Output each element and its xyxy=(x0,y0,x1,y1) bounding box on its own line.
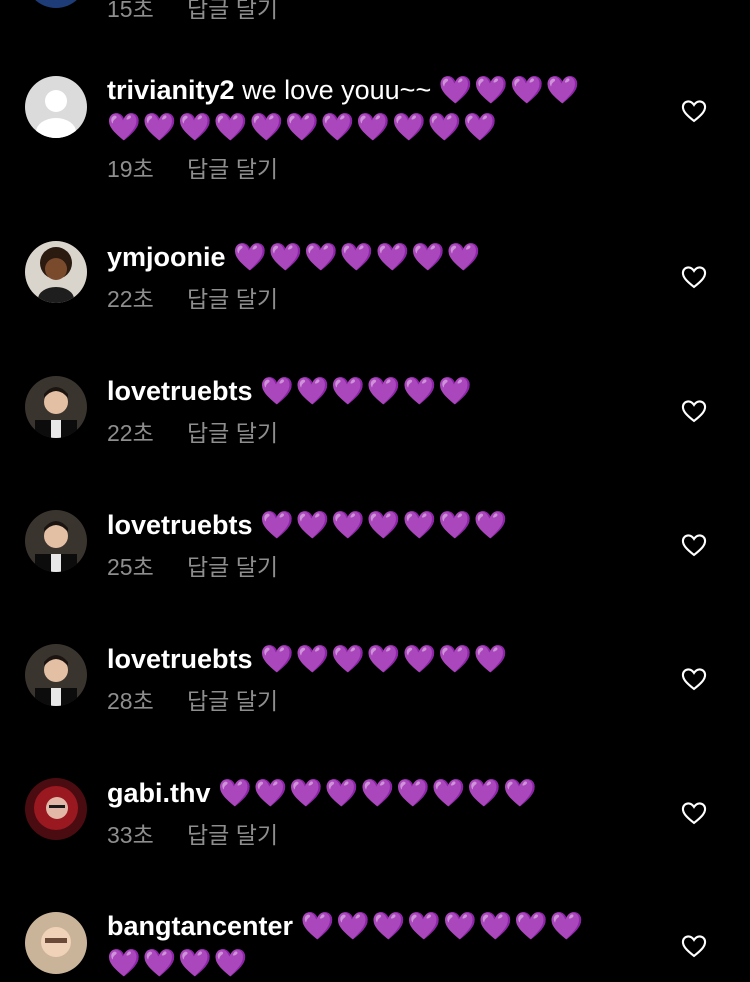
avatar[interactable] xyxy=(25,0,87,8)
avatar[interactable] xyxy=(25,912,87,974)
comment-username[interactable]: lovetruebts xyxy=(107,644,253,674)
purple-heart-emojis: 💜💜💜💜💜💜💜 xyxy=(233,242,483,272)
avatar[interactable] xyxy=(25,510,87,572)
comment-time: 25초 xyxy=(107,554,154,580)
comment-meta: 19초 답글 달기 xyxy=(107,150,647,182)
purple-heart-emojis: 💜💜💜💜💜💜💜💜💜 xyxy=(218,778,539,808)
reply-button[interactable]: 답글 달기 xyxy=(187,0,278,24)
purple-heart-emojis: 💜💜💜💜💜💜💜💜 xyxy=(300,911,586,941)
comment-username[interactable]: bangtancenter xyxy=(107,911,293,941)
reply-button[interactable]: 답글 달기 xyxy=(187,150,278,184)
comment-time: 22초 xyxy=(107,420,154,446)
comment-time: 28초 xyxy=(107,688,154,714)
purple-heart-emojis: 💜💜💜💜 xyxy=(107,948,250,978)
reply-button[interactable]: 답글 달기 xyxy=(187,280,278,314)
comment-meta: 15초 답글 달기 xyxy=(107,0,647,22)
comment-username[interactable]: trivianity2 xyxy=(107,75,235,105)
heart-icon[interactable] xyxy=(680,397,708,425)
comment-text-line: ymjoonie 💜💜💜💜💜💜💜 xyxy=(107,239,647,276)
purple-heart-emojis: 💜💜💜💜💜💜 xyxy=(260,376,474,406)
comment-meta: 33초 답글 달기 xyxy=(107,816,647,848)
heart-icon[interactable] xyxy=(680,932,708,960)
photo-avatar-icon xyxy=(25,376,87,438)
default-avatar-icon xyxy=(36,90,76,138)
comment-meta: 22초 답글 달기 xyxy=(107,414,647,446)
comment-time: 22초 xyxy=(107,286,154,312)
red-hair-avatar-icon xyxy=(25,778,87,840)
avatar[interactable] xyxy=(25,644,87,706)
purple-heart-emojis: 💜💜💜💜💜💜💜 xyxy=(260,644,510,674)
photo-avatar-icon xyxy=(25,644,87,706)
purple-heart-emojis: 💜💜💜💜💜💜💜💜💜💜💜 xyxy=(107,112,499,142)
comment-username[interactable]: gabi.thv xyxy=(107,778,211,808)
avatar[interactable] xyxy=(25,376,87,438)
comment-time: 19초 xyxy=(107,156,154,182)
comment-text-line: gabi.thv 💜💜💜💜💜💜💜💜💜 xyxy=(107,775,647,812)
heart-icon[interactable] xyxy=(680,531,708,559)
reply-button[interactable]: 답글 달기 xyxy=(187,414,278,448)
photo-avatar-icon xyxy=(25,510,87,572)
comment-meta: 28초 답글 달기 xyxy=(107,682,647,714)
comment-text-line: bangtancenter 💜💜💜💜💜💜💜💜 xyxy=(107,908,647,945)
cartoon-avatar-icon xyxy=(25,241,87,303)
comment-username[interactable]: lovetruebts xyxy=(107,510,253,540)
avatar[interactable] xyxy=(25,241,87,303)
avatar[interactable] xyxy=(25,778,87,840)
heart-icon[interactable] xyxy=(680,263,708,291)
comment-time: 15초 xyxy=(107,0,154,22)
comment-text-line: lovetruebts 💜💜💜💜💜💜💜 xyxy=(107,507,647,544)
purple-heart-emojis: 💜💜💜💜💜💜💜 xyxy=(260,510,510,540)
comment-time: 33초 xyxy=(107,822,154,848)
comment-text-line: lovetruebts 💜💜💜💜💜💜 xyxy=(107,373,647,410)
heart-icon[interactable] xyxy=(680,97,708,125)
heart-icon[interactable] xyxy=(680,799,708,827)
reply-button[interactable]: 답글 달기 xyxy=(187,548,278,582)
comment-meta: 25초 답글 달기 xyxy=(107,548,647,580)
purple-heart-emojis: 💜💜💜💜 xyxy=(438,75,582,105)
reply-button[interactable]: 답글 달기 xyxy=(187,682,278,716)
avatar[interactable] xyxy=(25,76,87,138)
comment-text: we love youu~~ xyxy=(242,75,432,105)
heart-icon[interactable] xyxy=(680,665,708,693)
comment-username[interactable]: lovetruebts xyxy=(107,376,253,406)
comment-text-line: lovetruebts 💜💜💜💜💜💜💜 xyxy=(107,641,647,678)
comment-username[interactable]: ymjoonie xyxy=(107,242,226,272)
reply-button[interactable]: 답글 달기 xyxy=(187,816,278,850)
comment-meta: 22초 답글 달기 xyxy=(107,280,647,312)
comment-text-line: trivianity2 we love youu~~ 💜💜💜💜 xyxy=(107,72,647,109)
selfie-avatar-icon xyxy=(25,912,87,974)
